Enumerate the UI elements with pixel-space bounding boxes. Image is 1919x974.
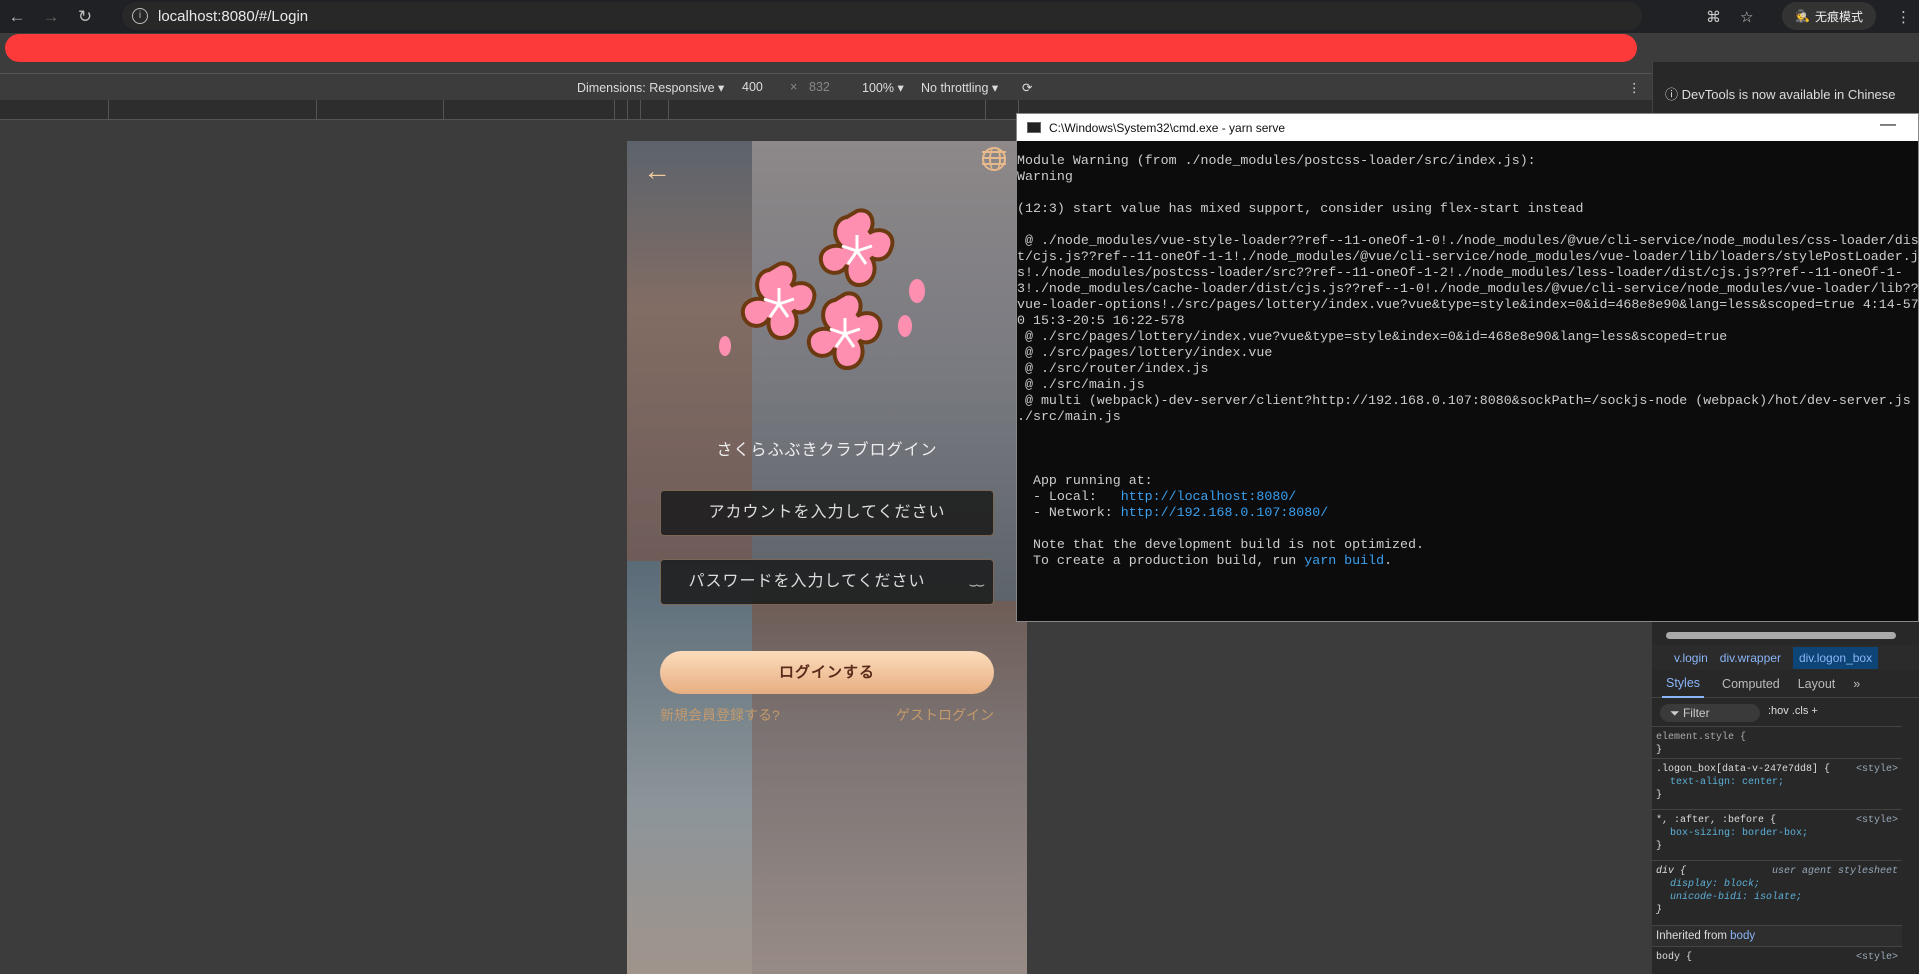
rule-selector: *, :after, :before { <box>1656 815 1777 826</box>
inherited-label: Inherited from <box>1656 930 1727 942</box>
cmd-title: C:\Windows\System32\cmd.exe - yarn serve <box>1049 120 1286 135</box>
styles-tabs: Styles Computed Layout » <box>1652 670 1919 698</box>
tab-more[interactable]: » <box>1853 677 1860 691</box>
style-tools[interactable]: :hov .cls + <box>1768 705 1818 717</box>
local-label: - Local: <box>1017 489 1121 504</box>
filter-placeholder: Filter <box>1682 706 1710 720</box>
cmd-window: C:\Windows\System32\cmd.exe - yarn serve… <box>1016 113 1919 622</box>
dom-breadcrumb: v.login div.wrapper div.logon_box <box>1652 645 1919 670</box>
times-label: × <box>790 80 798 94</box>
rule-selector: .logon_box[data-v-247e7dd8] { <box>1656 764 1831 775</box>
build-command: yarn build <box>1304 553 1385 568</box>
rule-source: user agent stylesheet <box>1771 866 1898 877</box>
rule-selector: body { <box>1656 952 1693 963</box>
bookmark-star-icon[interactable]: ☆ <box>1740 0 1753 33</box>
throttling-select[interactable]: No throttling ▾ <box>921 80 998 95</box>
reload-icon[interactable]: ↻ <box>68 7 102 27</box>
rule-close: } <box>1656 790 1663 801</box>
network-label: - Network: <box>1017 505 1121 520</box>
menu-icon[interactable]: ⋮ <box>1896 0 1911 33</box>
styles-panel: v.login div.wrapper div.logon_box Styles… <box>1652 622 1919 974</box>
rule-close: } <box>1656 745 1663 756</box>
account-input[interactable]: アカウントを入力してください <box>660 490 994 536</box>
style-rule: user agent stylesheet div {display: block… <box>1652 860 1902 921</box>
rule-property[interactable]: display: block; <box>1656 878 1898 891</box>
back-icon[interactable]: ← <box>0 7 34 27</box>
width-input[interactable]: 400 <box>742 80 763 94</box>
guest-login-link[interactable]: ゲストログイン <box>896 705 994 725</box>
style-rule: <style> body { <box>1652 946 1902 968</box>
eye-closed-icon[interactable]: ⌣⌣ <box>969 562 986 606</box>
address-bar[interactable]: i localhost:8080/#/Login <box>122 2 1642 30</box>
tab-layout[interactable]: Layout <box>1798 677 1836 691</box>
rule-property[interactable]: text-align: center; <box>1656 776 1898 789</box>
rotate-icon[interactable]: ⟳ <box>1022 80 1032 95</box>
horizontal-scrollbar[interactable] <box>1666 632 1896 639</box>
incognito-label: 无痕模式 <box>1814 9 1863 24</box>
url-text[interactable]: localhost:8080/#/Login <box>158 8 308 25</box>
inherited-from-link[interactable]: body <box>1730 930 1755 942</box>
build-note: Note that the development build is not o… <box>1017 537 1424 552</box>
zoom-select[interactable]: 100% ▾ <box>862 80 904 95</box>
translate-icon[interactable]: ⌘ <box>1706 0 1721 33</box>
rule-selector: element.style { <box>1656 732 1747 743</box>
style-rule: <style> *, :after, :before {box-sizing: b… <box>1652 809 1902 857</box>
inherited-header: Inherited from body <box>1652 925 1902 947</box>
more-options-icon[interactable]: ⋮ <box>1628 80 1641 95</box>
build-prefix: To create a production build, run <box>1017 553 1305 568</box>
filter-input[interactable]: ⏷ Filter <box>1660 704 1760 722</box>
build-warning-log: Module Warning (from ./node_modules/post… <box>1017 153 1918 424</box>
rule-source[interactable]: <style> <box>1856 951 1898 964</box>
incognito-button[interactable]: 🕵 无痕模式 <box>1782 2 1876 30</box>
mobile-viewport: ← さくらふぶきクラブログイン アカウントを入力してください パスワードを入力し… <box>627 141 1027 974</box>
rule-close: } <box>1656 841 1663 852</box>
cmd-titlebar[interactable]: C:\Windows\System32\cmd.exe - yarn serve… <box>1017 114 1918 141</box>
device-toolbar: Dimensions: Responsive ▾ 400 × 832 100% … <box>0 73 1652 100</box>
build-suffix: . <box>1384 553 1393 568</box>
style-rule: element.style {} <box>1652 726 1902 761</box>
redaction-mark <box>5 34 1637 62</box>
rule-close: } <box>1656 905 1663 916</box>
local-url[interactable]: http://localhost:8080/ <box>1121 489 1297 504</box>
language-globe-icon[interactable] <box>982 147 1006 171</box>
register-link[interactable]: 新規会員登録する? <box>660 705 780 725</box>
rule-property[interactable]: box-sizing: border-box; <box>1656 827 1898 840</box>
tab-styles[interactable]: Styles <box>1662 670 1705 698</box>
crumb-wrapper[interactable]: div.wrapper <box>1720 651 1781 665</box>
crumb-logon-box[interactable]: div.logon_box <box>1792 646 1879 669</box>
style-rule: <style> .logon_box[data-v-247e7dd8] {text… <box>1652 758 1902 806</box>
tab-computed[interactable]: Computed <box>1722 677 1780 691</box>
dimensions-select[interactable]: Dimensions: Responsive ▾ <box>577 80 724 95</box>
login-button[interactable]: ログインする <box>660 651 994 694</box>
rule-source[interactable]: <style> <box>1856 814 1898 827</box>
rule-property[interactable]: unicode-bidi: isolate; <box>1656 891 1898 904</box>
network-url[interactable]: http://192.168.0.107:8080/ <box>1121 505 1328 520</box>
back-arrow-icon[interactable]: ← <box>643 155 671 187</box>
minimize-button[interactable]: — <box>1880 116 1896 134</box>
rule-source[interactable]: <style> <box>1856 763 1898 776</box>
app-running-label: App running at: <box>1017 473 1153 488</box>
cmd-icon <box>1027 122 1041 133</box>
info-icon[interactable]: i <box>132 8 148 24</box>
crumb-login[interactable]: v.login <box>1674 651 1708 665</box>
height-input[interactable]: 832 <box>809 80 830 94</box>
devtools-language-notice: ⓘ DevTools is now available in Chinese <box>1653 62 1919 112</box>
rule-selector: div { <box>1656 866 1687 877</box>
password-placeholder: パスワードを入力してください <box>688 573 926 590</box>
password-input[interactable]: パスワードを入力してください ⌣⌣ <box>660 559 994 605</box>
forward-icon[interactable]: → <box>34 7 68 27</box>
login-title: さくらふぶきクラブログイン <box>716 442 938 459</box>
sakura-logo-icon <box>719 208 925 370</box>
notice-text: DevTools is now available in Chinese <box>1681 87 1896 102</box>
incognito-icon: 🕵 <box>1795 9 1810 23</box>
cmd-output: Module Warning (from ./node_modules/post… <box>1017 141 1918 569</box>
